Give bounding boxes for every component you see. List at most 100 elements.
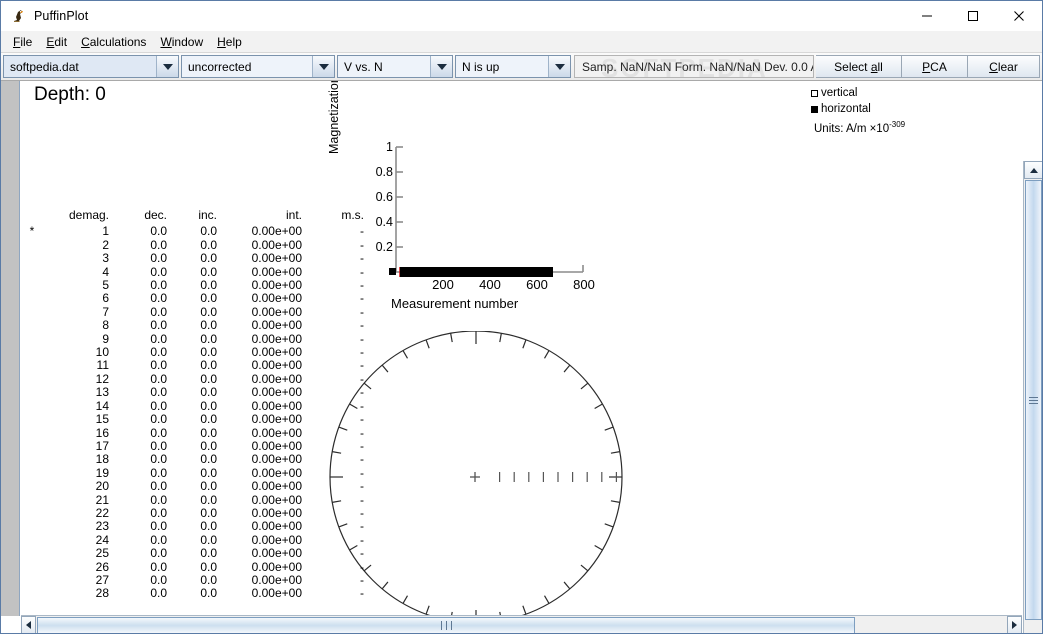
menu-item-calculations[interactable]: Calculations: [74, 33, 153, 51]
table-row[interactable]: 18 0.0 0.0 0.00e+00 -: [21, 452, 376, 467]
stereonet-rim-tick: [594, 403, 603, 410]
maximize-icon: [968, 11, 978, 21]
stereonet-rim-tick: [594, 544, 603, 551]
cell-inc: 0.0: [200, 586, 217, 601]
projection-select[interactable]: V vs. N: [337, 55, 453, 78]
minimize-button[interactable]: [904, 1, 950, 31]
menu-item-edit[interactable]: Edit: [39, 33, 74, 51]
stereonet-rim-tick: [425, 339, 430, 349]
table-row[interactable]: 7 0.0 0.0 0.00e+00 -: [21, 304, 376, 319]
cell-inc: 0.0: [200, 278, 217, 293]
table-row[interactable]: 23 0.0 0.0 0.00e+00 -: [21, 519, 376, 534]
table-row[interactable]: 27 0.0 0.0 0.00e+00 -: [21, 572, 376, 587]
table-row[interactable]: 2 0.0 0.0 0.00e+00 -: [21, 237, 376, 252]
toolbar: softpedia.dat uncorrected V vs. N N is u…: [1, 53, 1042, 81]
menu-item-help[interactable]: Help: [210, 33, 249, 51]
table-row[interactable]: 13 0.0 0.0 0.00e+00 -: [21, 385, 376, 399]
table-row[interactable]: 22 0.0 0.0 0.00e+00 -: [21, 506, 376, 520]
close-button[interactable]: [996, 1, 1042, 31]
table-row[interactable]: 3 0.0 0.0 0.00e+00 -: [21, 251, 376, 266]
vertical-scroll-thumb[interactable]: [1025, 180, 1042, 620]
table-row[interactable]: 16 0.0 0.0 0.00e+00 -: [21, 425, 376, 440]
cell-int: 0.00e+00: [251, 438, 302, 453]
menu-item-window[interactable]: Window: [153, 33, 210, 51]
table-row[interactable]: 15 0.0 0.0 0.00e+00 -: [21, 412, 376, 427]
table-row[interactable]: 19 0.0 0.0 0.00e+00 -: [21, 466, 376, 480]
chevron-down-icon[interactable]: [312, 56, 334, 77]
cell-demag: 18: [95, 452, 109, 467]
cell-demag: 11: [96, 358, 109, 373]
legend-units: Units: A/m ×10-309: [814, 117, 905, 137]
chevron-down-icon[interactable]: [548, 56, 570, 77]
cell-ms: -: [360, 304, 364, 319]
cell-dec: 0.0: [150, 519, 167, 534]
cell-demag: 3: [102, 251, 109, 266]
row-selection-marker: [21, 400, 43, 413]
table-row[interactable]: 26 0.0 0.0 0.00e+00 -: [21, 560, 376, 574]
pca-button[interactable]: PCA: [902, 55, 968, 78]
cell-ms: -: [360, 345, 364, 360]
cell-dec: 0.0: [150, 412, 167, 427]
table-row[interactable]: 12 0.0 0.0 0.00e+00 -: [21, 372, 376, 386]
table-row[interactable]: 17 0.0 0.0 0.00e+00 -: [21, 438, 376, 453]
cell-demag: 21: [95, 492, 109, 507]
orientation-select[interactable]: N is up: [455, 55, 571, 78]
table-row[interactable]: * 1 0.0 0.0 0.00e+00 -: [21, 224, 376, 238]
table-row[interactable]: 8 0.0 0.0 0.00e+00 -: [21, 318, 376, 332]
table-row[interactable]: 14 0.0 0.0 0.00e+00 -: [21, 398, 376, 413]
table-row[interactable]: 9 0.0 0.0 0.00e+00 -: [21, 331, 376, 346]
vertical-scrollbar[interactable]: [1023, 161, 1042, 633]
chevron-down-icon[interactable]: [156, 56, 178, 77]
row-selection-marker: [21, 534, 43, 547]
cell-dec: 0.0: [150, 331, 167, 346]
menu-item-file[interactable]: File: [6, 33, 39, 51]
stereonet-rim-tick: [543, 595, 550, 604]
scroll-right-button[interactable]: [1007, 616, 1022, 633]
horizontal-scroll-thumb[interactable]: [37, 617, 855, 633]
row-selection-marker: [21, 427, 43, 440]
stereonet-rim-tick: [563, 364, 571, 373]
menu-bar: File Edit Calculations Window Help: [1, 31, 1042, 53]
cell-ms: -: [360, 237, 364, 252]
col-header-demag: demag.: [68, 208, 109, 222]
cell-inc: 0.0: [200, 412, 217, 427]
clear-button[interactable]: Clear: [968, 55, 1040, 78]
cell-inc: 0.0: [200, 398, 217, 413]
plot-canvas[interactable]: Depth: 0 vertical horizontal Units: A/m …: [21, 81, 1022, 616]
cell-inc: 0.0: [200, 572, 217, 587]
cell-dec: 0.0: [150, 532, 167, 547]
file-select[interactable]: softpedia.dat: [3, 55, 179, 78]
stereonet-rim-tick: [604, 426, 614, 431]
cell-inc: 0.0: [200, 519, 217, 534]
scroll-left-button[interactable]: [21, 616, 36, 633]
cell-dec: 0.0: [150, 479, 167, 494]
horizontal-scrollbar[interactable]: [21, 615, 1022, 633]
stereonet-rim-tick: [563, 581, 571, 590]
table-row[interactable]: 6 0.0 0.0 0.00e+00 -: [21, 292, 376, 306]
cell-int: 0.00e+00: [251, 331, 302, 346]
table-row[interactable]: 10 0.0 0.0 0.00e+00 -: [21, 345, 376, 360]
table-row[interactable]: 5 0.0 0.0 0.00e+00 -: [21, 278, 376, 293]
correction-select[interactable]: uncorrected: [181, 55, 335, 78]
chevron-down-icon[interactable]: [430, 56, 452, 77]
table-row[interactable]: 11 0.0 0.0 0.00e+00 -: [21, 358, 376, 373]
table-row[interactable]: 25 0.0 0.0 0.00e+00 -: [21, 546, 376, 560]
table-row[interactable]: 20 0.0 0.0 0.00e+00 -: [21, 479, 376, 494]
maximize-button[interactable]: [950, 1, 996, 31]
table-row[interactable]: 21 0.0 0.0 0.00e+00 -: [21, 492, 376, 507]
table-row[interactable]: 4 0.0 0.0 0.00e+00 -: [21, 265, 376, 279]
main-panel: Depth: 0 vertical horizontal Units: A/m …: [1, 81, 1042, 633]
scroll-up-button[interactable]: [1024, 161, 1042, 179]
table-row[interactable]: 24 0.0 0.0 0.00e+00 -: [21, 532, 376, 547]
measurement-table[interactable]: demag. dec. inc. int. m.s. * 1 0.0 0.0 0.00e…: [21, 208, 376, 601]
cell-dec: 0.0: [150, 452, 167, 467]
magnetization-chart[interactable]: Magnetization (A/m) Measurement number 1…: [327, 81, 631, 319]
cell-int: 0.00e+00: [251, 237, 302, 252]
cell-dec: 0.0: [150, 345, 167, 360]
table-header: demag. dec. inc. int. m.s.: [21, 208, 376, 225]
stereonet-rim-tick: [522, 605, 527, 615]
table-row[interactable]: 28 0.0 0.0 0.00e+00 -: [21, 586, 376, 601]
select-all-button[interactable]: Select all: [816, 55, 902, 78]
cell-int: 0.00e+00: [251, 425, 302, 440]
stereonet-rim-tick: [610, 451, 620, 454]
